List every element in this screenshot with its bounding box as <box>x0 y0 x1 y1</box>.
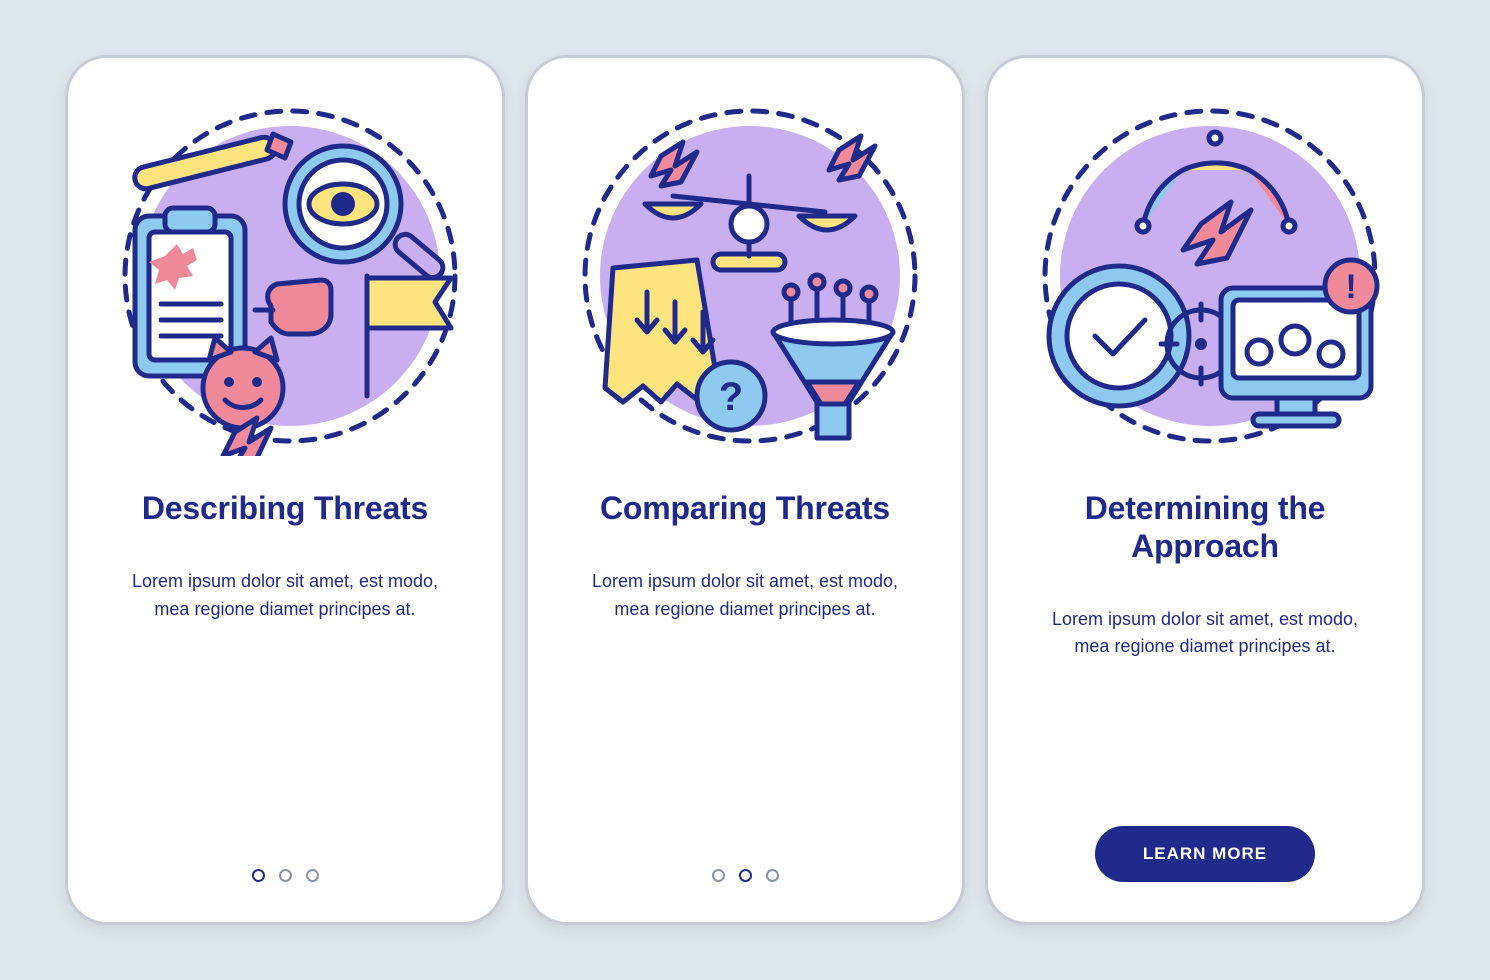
page-dots <box>252 869 319 882</box>
card-body: Lorem ipsum dolor sit amet, est modo, me… <box>115 568 455 624</box>
alert-badge-icon: ! <box>1325 260 1377 312</box>
page-dots <box>712 869 779 882</box>
learn-more-button[interactable]: LEARN MORE <box>1095 826 1315 882</box>
card-footer: LEARN MORE <box>988 826 1422 882</box>
svg-text:!: ! <box>1345 268 1356 306</box>
page-dot-2[interactable] <box>739 869 752 882</box>
page-dot-2[interactable] <box>279 869 292 882</box>
card-title: Describing Threats <box>142 490 428 528</box>
onboarding-card-1: .st{stroke:#1f2a8a;stroke-width:5;stroke… <box>65 55 505 925</box>
page-dot-3[interactable] <box>306 869 319 882</box>
devil-icon <box>203 338 283 456</box>
onboarding-card-2: .st{stroke:#1f2a8a;stroke-width:5;stroke… <box>525 55 965 925</box>
card-title: Comparing Threats <box>600 490 890 528</box>
question-badge-icon: ? <box>697 362 765 430</box>
card-body: Lorem ipsum dolor sit amet, est modo, me… <box>1035 606 1375 662</box>
card-body: Lorem ipsum dolor sit amet, est modo, me… <box>575 568 915 624</box>
page-dot-1[interactable] <box>252 869 265 882</box>
page-dot-3[interactable] <box>766 869 779 882</box>
onboarding-card-3: .st{stroke:#1f2a8a;stroke-width:5;stroke… <box>985 55 1425 925</box>
describing-threats-illustration: .st{stroke:#1f2a8a;stroke-width:5;stroke… <box>105 96 465 456</box>
determining-approach-illustration: .st{stroke:#1f2a8a;stroke-width:5;stroke… <box>1025 96 1385 456</box>
comparing-threats-illustration: .st{stroke:#1f2a8a;stroke-width:5;stroke… <box>565 96 925 456</box>
card-title: Determining the Approach <box>1024 490 1386 566</box>
svg-text:?: ? <box>719 375 743 419</box>
card-footer <box>68 869 502 882</box>
page-dot-1[interactable] <box>712 869 725 882</box>
card-footer <box>528 869 962 882</box>
